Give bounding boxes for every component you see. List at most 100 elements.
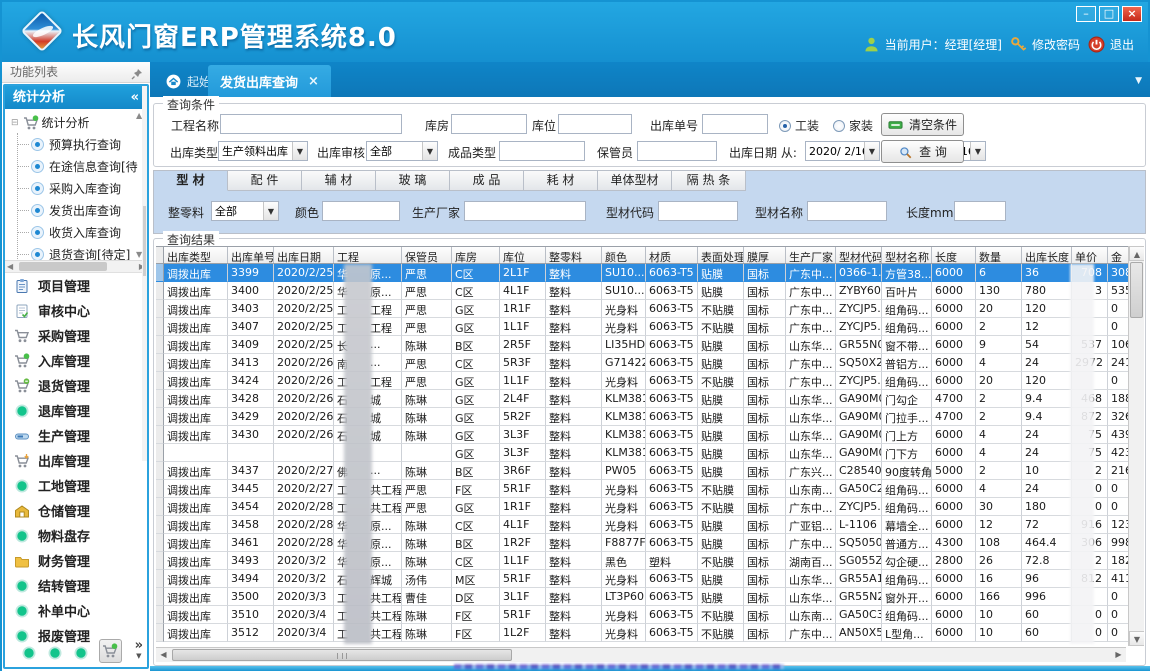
tab-close-icon[interactable]: × [308, 74, 319, 89]
radio-jiazhuang[interactable]: 家装 [833, 117, 873, 134]
order-no-input[interactable] [702, 114, 768, 134]
column-header-6[interactable]: 库位 [500, 247, 546, 263]
profile-name-input[interactable] [807, 201, 887, 221]
table-horizontal-scrollbar[interactable]: ◀▶ [156, 647, 1126, 662]
sidebar-item-11[interactable]: 物料盘存 [5, 523, 147, 548]
sidebar-item-13[interactable]: 结转管理 [5, 573, 147, 598]
table-row[interactable]: 调拨出库34372020/2/27佛...陈琳B区3R6F整料PW056063-… [156, 462, 1144, 480]
profile-code-input[interactable] [658, 201, 738, 221]
column-header-4[interactable]: 保管员 [402, 247, 452, 263]
tree-horizontal-scrollbar[interactable]: ◀▶ [5, 261, 147, 273]
pin-icon[interactable] [131, 66, 143, 78]
tree-item-2[interactable]: 采购入库查询 [5, 177, 147, 199]
table-row[interactable]: 调拨出库34092020/2/25长...陈琳B区2R5F整料LI35HD606… [156, 336, 1144, 354]
table-row[interactable]: 调拨出库34132020/2/26南...严思C区5R3F整料G71422606… [156, 354, 1144, 372]
table-row[interactable]: 调拨出库35122020/3/4工共工程陈琳F区1L2F整料光身料6063-T5… [156, 624, 1144, 642]
change-password-button[interactable]: 修改密码 [1010, 36, 1080, 53]
out-type-select[interactable]: 生产领料出库▼ [218, 141, 308, 161]
table-row[interactable]: 调拨出库34302020/2/26石城陈琳G区3L3F整料KLM38176063… [156, 426, 1144, 444]
location-input[interactable] [558, 114, 632, 134]
table-row[interactable]: 调拨出库34292020/2/26石城陈琳G区5R2F整料KLM38176063… [156, 408, 1144, 426]
cart-button[interactable] [99, 639, 122, 663]
date-from-select[interactable]: 2020/ 2/16▼ [805, 141, 880, 161]
table-row[interactable]: 调拨出库34282020/2/26石城陈琳G区2L4F整料KLM38176063… [156, 390, 1144, 408]
sidebar-item-2[interactable]: 审核中心 [5, 298, 147, 323]
minimize-button[interactable]: – [1076, 6, 1096, 22]
column-header-13[interactable]: 型材代码 [836, 247, 882, 263]
table-row[interactable]: 调拨出库33992020/2/25华原...严思C区2L1F整料SU10...6… [156, 264, 1144, 282]
material-tab-6[interactable]: 耗 材 [524, 171, 598, 191]
table-row[interactable]: 调拨出库34452020/2/27工共工程严思F区5R1F整料光身料6063-T… [156, 480, 1144, 498]
column-header-3[interactable]: 工程 [334, 247, 402, 263]
tab-overflow-button[interactable]: ▼ [1135, 76, 1142, 86]
table-row[interactable]: 调拨出库34582020/2/28华原...陈琳C区4L1F整料光身料6063-… [156, 516, 1144, 534]
warehouse-input[interactable] [451, 114, 527, 134]
sidebar-scrollbar[interactable] [142, 86, 147, 461]
expander-icon[interactable]: ⊟ [11, 118, 19, 128]
tree-item-1[interactable]: 在途信息查询[待 [5, 155, 147, 177]
column-header-14[interactable]: 型材名称 [882, 247, 932, 263]
radio-gongzhuang[interactable]: 工装 [779, 117, 819, 134]
search-button[interactable]: 查 询 [881, 140, 964, 163]
sidebar-item-9[interactable]: 工地管理 [5, 473, 147, 498]
logout-button[interactable]: 退出 [1088, 36, 1134, 53]
column-header-11[interactable]: 膜厚 [744, 247, 786, 263]
clear-conditions-button[interactable]: 清空条件 [881, 113, 964, 136]
material-tab-8[interactable]: 隔 热 条 [672, 171, 746, 191]
table-row[interactable]: 调拨出库35002020/3/3工共工程曹佳D区3L1F整料LT3P606063… [156, 588, 1144, 606]
table-row[interactable]: 调拨出库35102020/3/4工共工程陈琳F区5R1F整料光身料6063-T5… [156, 606, 1144, 624]
table-vertical-scrollbar[interactable]: ▲▼ [1128, 246, 1144, 646]
tree-item-0[interactable]: 预算执行查询 [5, 133, 147, 155]
green-circle-icon[interactable] [73, 645, 86, 658]
green-circle-icon[interactable] [21, 645, 34, 658]
column-header-9[interactable]: 材质 [646, 247, 698, 263]
sidebar-item-1[interactable]: 项目管理 [5, 273, 147, 298]
column-header-18[interactable]: 单价 [1072, 247, 1108, 263]
table-row[interactable]: G区3L3F整料KLM38176063-T5贴膜国标山东华...GA90M09.… [156, 444, 1144, 462]
column-header-8[interactable]: 颜色 [602, 247, 646, 263]
sidebar-item-14[interactable]: 补单中心 [5, 598, 147, 623]
collapse-icon[interactable]: « [131, 86, 139, 109]
color-input[interactable] [322, 201, 400, 221]
table-row[interactable]: 调拨出库34932020/3/2华原...陈琳C区1L1F整料黑色塑料不贴膜国标… [156, 552, 1144, 570]
material-tab-2[interactable]: 配 件 [228, 171, 302, 191]
material-tab-4[interactable]: 玻 璃 [376, 171, 450, 191]
sidebar-item-5[interactable]: 退货管理 [5, 373, 147, 398]
table-row[interactable]: 调拨出库34612020/2/28华原...陈琳B区1R2F整料F8877FT6… [156, 534, 1144, 552]
column-header-12[interactable]: 生产厂家 [786, 247, 836, 263]
sidebar-item-3[interactable]: 采购管理 [5, 323, 147, 348]
column-header-0[interactable]: 出库类型 [164, 247, 228, 263]
product-type-input[interactable] [499, 141, 585, 161]
sidebar-item-12[interactable]: 财务管理 [5, 548, 147, 573]
column-header-5[interactable]: 库房 [452, 247, 500, 263]
column-header-17[interactable]: 出库长度 [1022, 247, 1072, 263]
factory-input[interactable] [464, 201, 586, 221]
table-row[interactable]: 调拨出库34002020/2/25华原...严思C区4L1F整料SU10...6… [156, 282, 1144, 300]
tree-root-stats[interactable]: ⊟ 统计分析 [5, 109, 147, 133]
column-header-7[interactable]: 整零料 [546, 247, 602, 263]
material-tab-7[interactable]: 单体型材 [598, 171, 672, 191]
sidebar-item-10[interactable]: 仓储管理 [5, 498, 147, 523]
table-row[interactable]: 调拨出库34032020/2/25工工程严思G区1R1F整料光身料6063-T5… [156, 300, 1144, 318]
close-button[interactable]: × [1122, 6, 1142, 22]
table-row[interactable]: 调拨出库34072020/2/25工工程严思G区1L1F整料光身料6063-T5… [156, 318, 1144, 336]
tree-item-5[interactable]: 退货查询[待定] [5, 243, 147, 261]
length-input[interactable] [954, 201, 1006, 221]
column-header-15[interactable]: 长度 [932, 247, 976, 263]
table-row[interactable]: 调拨出库34242020/2/26工工程严思G区1L1F整料光身料6063-T5… [156, 372, 1144, 390]
audit-select[interactable]: 全部▼ [366, 141, 438, 161]
material-tab-1[interactable]: 型 材 [154, 171, 228, 191]
keeper-input[interactable] [637, 141, 717, 161]
material-tab-5[interactable]: 成 品 [450, 171, 524, 191]
column-header-10[interactable]: 表面处理 [698, 247, 744, 263]
tree-item-3[interactable]: 发货出库查询 [5, 199, 147, 221]
tab-shipment-query[interactable]: 发货出库查询 × [208, 65, 331, 97]
more-panels-button[interactable]: »▼ [135, 641, 143, 661]
whole-part-select[interactable]: 全部▼ [211, 201, 279, 221]
column-header-1[interactable]: 出库单号 [228, 247, 274, 263]
sidebar-item-4[interactable]: 入库管理 [5, 348, 147, 373]
maximize-button[interactable]: □ [1099, 6, 1119, 22]
tree-item-4[interactable]: 收货入库查询 [5, 221, 147, 243]
stats-group-header[interactable]: 统计分析 « [5, 86, 147, 109]
sidebar-item-6[interactable]: 退库管理 [5, 398, 147, 423]
